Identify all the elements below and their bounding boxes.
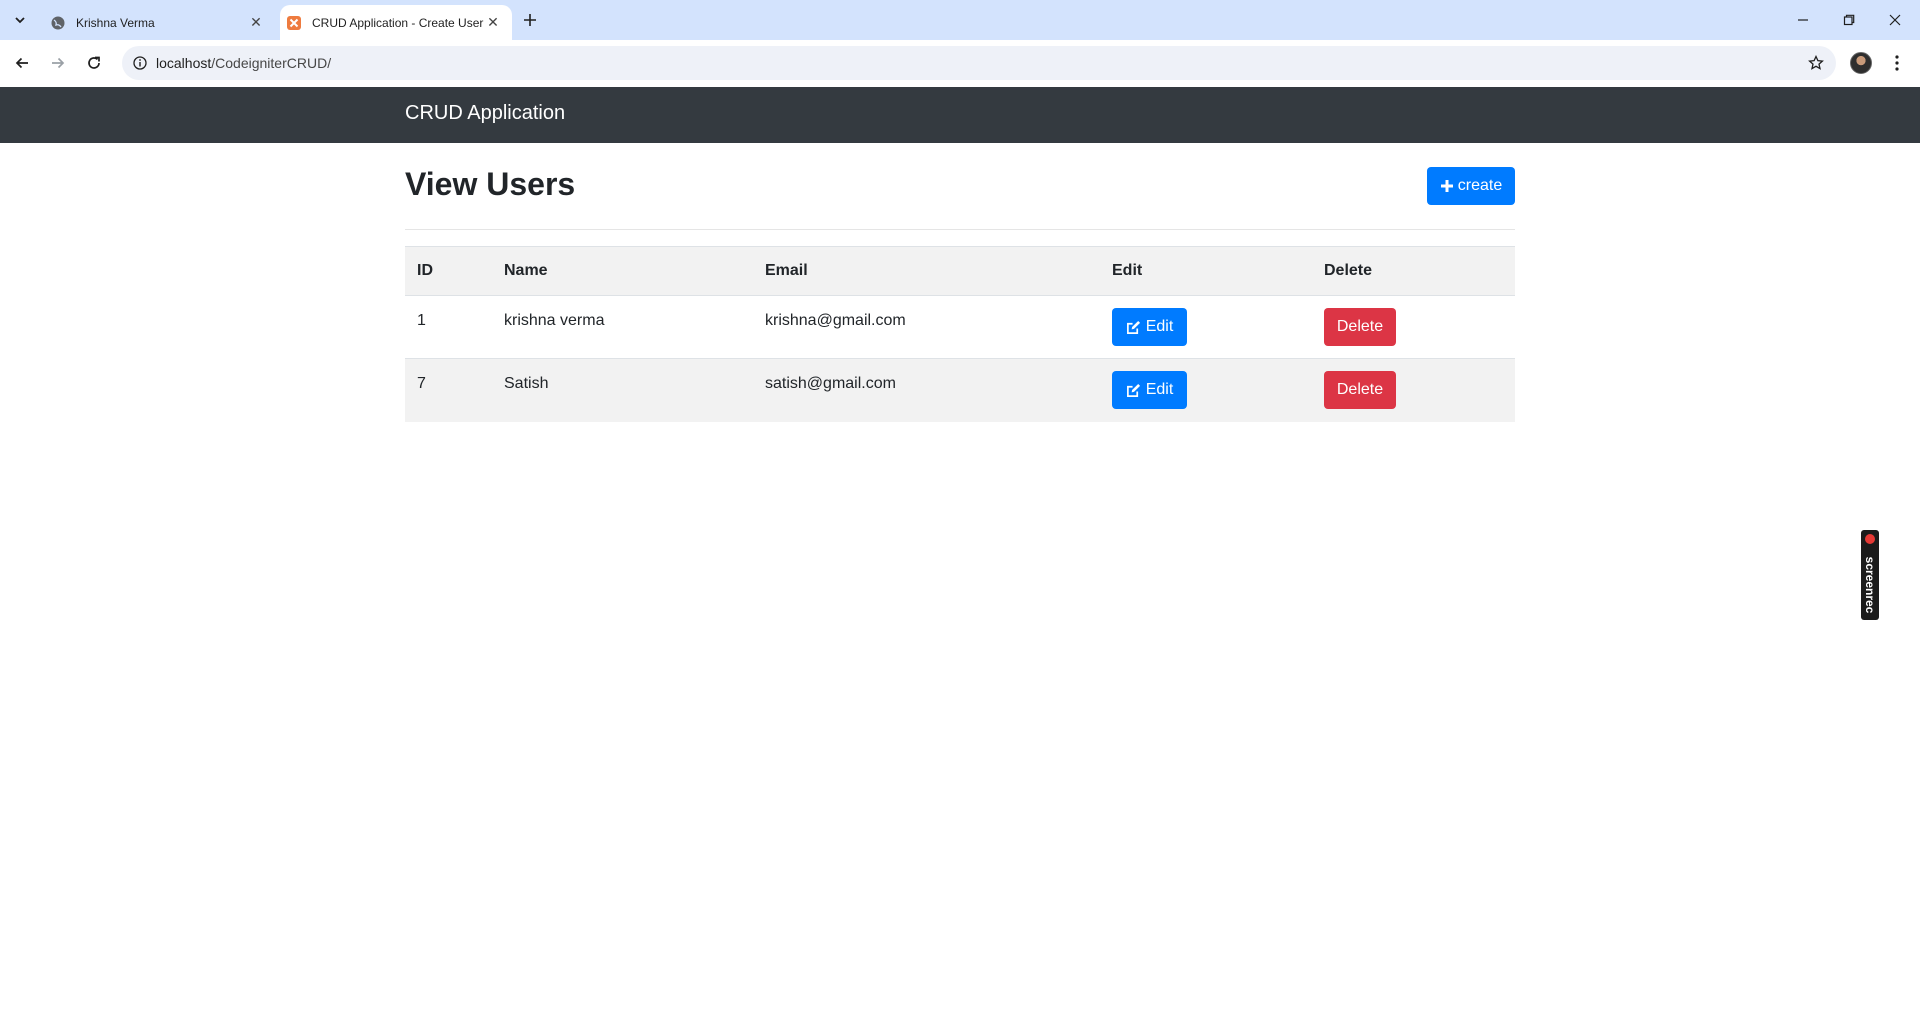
edit-icon	[1126, 383, 1140, 397]
tab-title: CRUD Application - Create User	[312, 15, 484, 30]
delete-button[interactable]: Delete	[1324, 308, 1396, 346]
forward-button[interactable]	[44, 49, 72, 77]
url-path: /CodeigniterCRUD/	[211, 55, 332, 71]
screenrec-widget[interactable]: screenrec	[1861, 530, 1879, 620]
column-header-id: ID	[405, 246, 492, 296]
close-tab-icon[interactable]: ✕	[484, 14, 502, 32]
header-divider	[405, 229, 1515, 230]
minimize-button[interactable]	[1780, 0, 1826, 40]
cell-name: krishna verma	[492, 295, 753, 359]
table-row: 7 Satish satish@gmail.com Edit Delete	[405, 358, 1515, 422]
edit-button[interactable]: Edit	[1112, 371, 1187, 409]
cell-email: satish@gmail.com	[753, 358, 1100, 422]
create-button-label: create	[1457, 177, 1503, 194]
app-navbar: CRUD Application	[0, 87, 1920, 143]
address-bar[interactable]: localhost/CodeigniterCRUD/	[122, 46, 1836, 80]
restore-icon	[1843, 14, 1855, 26]
chevron-down-icon	[15, 17, 25, 24]
record-dot-icon	[1865, 534, 1875, 544]
tab-crud-application[interactable]: CRUD Application - Create User ✕	[280, 5, 512, 40]
plus-icon	[524, 14, 536, 26]
cell-delete: Delete	[1312, 358, 1515, 422]
page-header: View Users create	[405, 166, 1515, 230]
more-vertical-icon	[1895, 55, 1899, 71]
tab-krishna-verma[interactable]: Krishna Verma ✕	[40, 5, 275, 40]
globe-icon	[51, 16, 65, 29]
cell-name: Satish	[492, 358, 753, 422]
column-header-delete: Delete	[1312, 246, 1515, 296]
reload-button[interactable]	[80, 49, 108, 77]
cell-id: 7	[405, 358, 492, 422]
tab-title: Krishna Verma	[76, 15, 155, 30]
cell-delete: Delete	[1312, 295, 1515, 359]
edit-icon	[1126, 320, 1140, 334]
page-title: View Users	[405, 166, 576, 202]
edit-button-label: Edit	[1145, 381, 1174, 398]
cell-id: 1	[405, 295, 492, 359]
edit-button[interactable]: Edit	[1112, 308, 1187, 346]
close-icon	[1889, 14, 1901, 26]
restore-button[interactable]	[1826, 0, 1872, 40]
minimize-icon	[1798, 19, 1808, 21]
users-table: ID Name Email Edit Delete 1 krishna verm…	[405, 246, 1515, 422]
table-header-row: ID Name Email Edit Delete	[405, 246, 1515, 296]
url-host: localhost	[156, 55, 212, 71]
cell-email: krishna@gmail.com	[753, 295, 1100, 359]
column-header-edit: Edit	[1100, 246, 1312, 296]
cell-edit: Edit	[1100, 358, 1312, 422]
tab-search-button[interactable]	[6, 6, 34, 34]
column-header-name: Name	[492, 246, 753, 296]
browser-menu-button[interactable]	[1886, 52, 1908, 74]
table-row: 1 krishna verma krishna@gmail.com Edit D…	[405, 295, 1515, 359]
url-text[interactable]: localhost/CodeigniterCRUD/	[156, 55, 331, 71]
create-button[interactable]: create	[1427, 167, 1515, 205]
navbar-brand[interactable]: CRUD Application	[405, 102, 565, 125]
delete-button[interactable]: Delete	[1324, 371, 1396, 409]
arrow-right-icon	[52, 57, 65, 69]
browser-toolbar: localhost/CodeigniterCRUD/	[0, 40, 1920, 87]
cell-edit: Edit	[1100, 295, 1312, 359]
codeigniter-icon	[287, 15, 301, 30]
column-header-email: Email	[753, 246, 1100, 296]
tab-strip: Krishna Verma ✕ CRUD Application - Creat…	[0, 0, 1920, 40]
edit-button-label: Edit	[1145, 318, 1174, 335]
site-info-icon[interactable]	[130, 53, 150, 73]
arrow-left-icon	[15, 57, 28, 69]
profile-avatar[interactable]	[1850, 52, 1872, 74]
new-tab-button[interactable]	[518, 8, 542, 32]
screenrec-label: screenrec	[1863, 556, 1877, 614]
bookmark-star-icon[interactable]	[1806, 53, 1826, 73]
plus-icon	[1440, 180, 1453, 192]
close-tab-icon[interactable]: ✕	[247, 14, 265, 32]
close-window-button[interactable]	[1872, 0, 1918, 40]
reload-icon	[88, 56, 100, 69]
back-button[interactable]	[8, 49, 36, 77]
